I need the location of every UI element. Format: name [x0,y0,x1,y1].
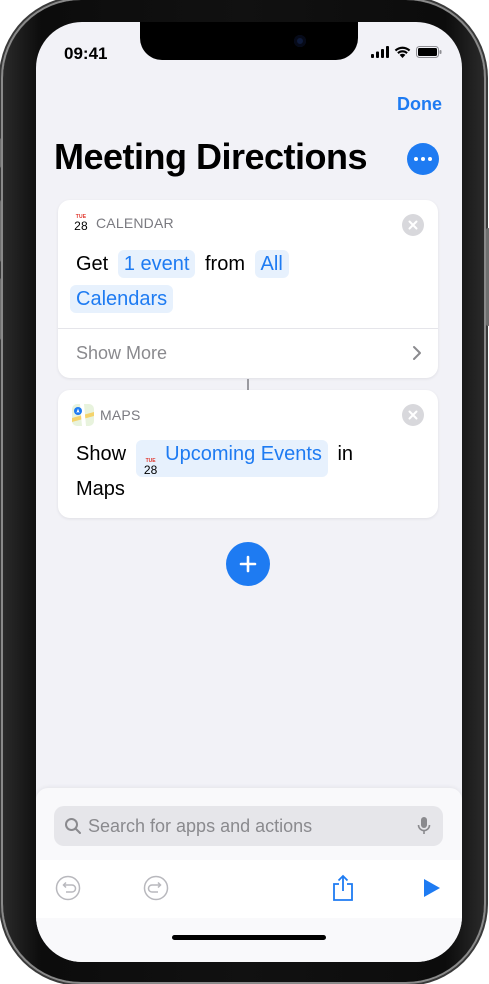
event-count-token[interactable]: 1 event [117,250,196,278]
undo-icon [55,875,81,901]
add-action-button[interactable] [226,542,270,586]
calendars-token-line1[interactable]: All [254,250,289,278]
upcoming-events-token[interactable]: TUE 28 Upcoming Events [135,440,328,477]
share-icon [333,874,353,901]
undo-button[interactable] [54,874,82,902]
action-card-maps[interactable]: MAPS Show TUE 28 Upcoming Events in Maps [58,390,438,518]
maps-icon [72,404,94,426]
ellipsis-icon [414,157,418,161]
share-button[interactable] [329,874,357,902]
done-button[interactable]: Done [397,94,442,115]
redo-icon [143,875,169,901]
screen: 09:41 Done Meeting Directions TUE 28 CAL… [36,22,462,962]
battery-icon [416,46,442,58]
action-joiner: from [204,253,245,275]
editor-toolbar [36,860,462,918]
status-icons [371,46,442,58]
action-sentence-line2: Calendars [70,282,174,317]
divider [58,328,438,329]
volume-up-button [0,200,1,262]
redo-button[interactable] [142,874,170,902]
close-icon [408,410,418,420]
action-verb: Get [76,253,109,275]
play-icon [424,879,440,897]
calendar-icon-day: 28 [143,463,158,477]
page-title: Meeting Directions [54,136,368,177]
action-card-calendar[interactable]: TUE 28 CALENDAR Get 1 event from All Cal… [58,200,438,378]
status-time: 09:41 [64,44,108,63]
close-icon [408,220,418,230]
action-target: Maps [76,478,125,500]
calendars-token-line2[interactable]: Calendars [70,285,174,313]
remove-action-button[interactable] [402,214,424,236]
wifi-icon [394,46,411,58]
notch [140,22,358,60]
home-indicator[interactable] [172,935,326,940]
volume-down-button [0,278,1,340]
upcoming-events-label: Upcoming Events [165,443,322,465]
show-more-button[interactable]: Show More [76,343,167,364]
action-app-name: CALENDAR [96,215,174,231]
chevron-right-icon[interactable] [412,345,422,361]
more-options-button[interactable] [407,143,439,175]
calendar-icon: TUE 28 [142,459,160,477]
search-input[interactable] [88,815,408,837]
action-sentence: Show TUE 28 Upcoming Events in [76,437,353,477]
search-icon [65,818,81,834]
action-joiner: in [337,443,354,465]
action-sentence: Get 1 event from All [76,247,289,282]
silent-switch [0,138,1,168]
action-header: MAPS [72,404,140,426]
ellipsis-dot [428,157,432,161]
action-verb: Show [76,443,127,465]
calendar-icon: TUE 28 [72,214,90,232]
search-bar[interactable] [54,806,443,846]
ellipsis-dot [421,157,425,161]
camera [294,35,306,47]
action-header: TUE 28 CALENDAR [72,214,174,232]
calendar-icon-day: 28 [74,218,88,233]
run-button[interactable] [417,874,445,902]
action-sentence-line2: Maps [76,472,125,507]
action-app-name: MAPS [100,407,141,423]
cellular-signal-icon [371,46,389,58]
remove-action-button[interactable] [402,404,424,426]
microphone-icon[interactable] [417,816,431,836]
plus-icon [239,555,257,573]
iphone-frame: 09:41 Done Meeting Directions TUE 28 CAL… [0,0,489,982]
